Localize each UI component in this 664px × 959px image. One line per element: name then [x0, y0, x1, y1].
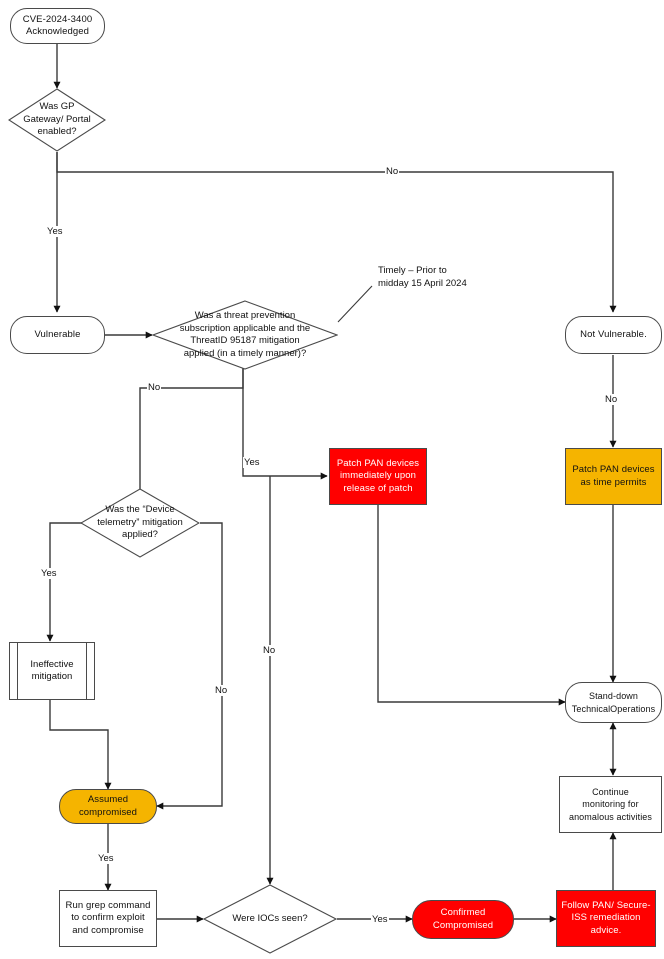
node-iocs-decision-label: Were IOCs seen?: [232, 912, 308, 924]
node-gp-gateway-decision-label: Was GP Gateway/ Portal enabled?: [23, 101, 91, 138]
node-patch-as-time-permits[interactable]: Patch PAN devices as time permits: [565, 448, 662, 505]
node-run-grep-label: Run grep command to confirm exploit and …: [65, 899, 151, 936]
node-follow-remediation-label: Follow PAN/ Secure- ISS remediation advi…: [561, 899, 651, 936]
edge-label-telemetry-yes: Yes: [40, 568, 58, 579]
node-start[interactable]: CVE-2024-3400 Acknowledged: [10, 8, 105, 44]
node-ineffective-mitigation[interactable]: Ineffective mitigation: [9, 642, 95, 700]
node-run-grep[interactable]: Run grep command to confirm exploit and …: [59, 890, 157, 947]
node-stand-down-label: Stand-down TechnicalOperations: [571, 691, 656, 714]
node-patch-as-time-permits-label: Patch PAN devices as time permits: [572, 464, 655, 488]
edge-label-threat-yes: Yes: [243, 457, 261, 468]
node-device-telemetry-decision[interactable]: Was the “Device telemetry” mitigation ap…: [80, 488, 200, 558]
flowchart-canvas: CVE-2024-3400 Acknowledged Was GP Gatewa…: [0, 0, 664, 959]
node-continue-monitoring-label: Continue monitoring for anomalous activi…: [568, 786, 653, 822]
node-patch-immediately[interactable]: Patch PAN devices immediately upon relea…: [329, 448, 427, 505]
node-start-label: CVE-2024-3400 Acknowledged: [22, 13, 93, 38]
node-confirmed-compromised-label: Confirmed Compromised: [432, 907, 494, 931]
node-iocs-decision[interactable]: Were IOCs seen?: [203, 884, 337, 954]
node-ineffective-mitigation-label: Ineffective mitigation: [30, 658, 74, 683]
node-not-vulnerable-label: Not Vulnerable.: [580, 328, 647, 340]
edge-label-iocs-yes: Yes: [371, 914, 389, 925]
annotation-timely: Timely – Prior to midday 15 April 2024: [378, 265, 467, 289]
node-stand-down[interactable]: Stand-down TechnicalOperations: [565, 682, 662, 723]
node-confirmed-compromised[interactable]: Confirmed Compromised: [412, 900, 514, 939]
node-follow-remediation[interactable]: Follow PAN/ Secure- ISS remediation advi…: [556, 890, 656, 947]
edge-label-telemetry-no: No: [214, 685, 229, 696]
node-threat-prevention-decision[interactable]: Was a threat prevention subscription app…: [152, 300, 338, 370]
edge-label-assumed-yes: Yes: [97, 853, 115, 864]
node-not-vulnerable[interactable]: Not Vulnerable.: [565, 316, 662, 354]
node-gp-gateway-decision[interactable]: Was GP Gateway/ Portal enabled?: [8, 88, 106, 152]
node-vulnerable[interactable]: Vulnerable: [10, 316, 105, 354]
node-threat-prevention-decision-label: Was a threat prevention subscription app…: [179, 310, 311, 359]
node-vulnerable-label: Vulnerable: [34, 328, 81, 340]
node-patch-immediately-label: Patch PAN devices immediately upon relea…: [336, 457, 420, 494]
edge-label-threat-no: No: [147, 382, 162, 393]
edge-label-not-vulnerable-no: No: [604, 394, 619, 405]
node-continue-monitoring[interactable]: Continue monitoring for anomalous activi…: [559, 776, 662, 833]
edge-label-mid-no: No: [262, 645, 277, 656]
edge-label-gp-yes: Yes: [46, 226, 64, 237]
node-assumed-compromised[interactable]: Assumed compromised: [59, 789, 157, 824]
node-device-telemetry-decision-label: Was the “Device telemetry” mitigation ap…: [97, 504, 183, 541]
node-assumed-compromised-label: Assumed compromised: [78, 794, 138, 818]
edge-label-gp-no: No: [385, 166, 400, 177]
